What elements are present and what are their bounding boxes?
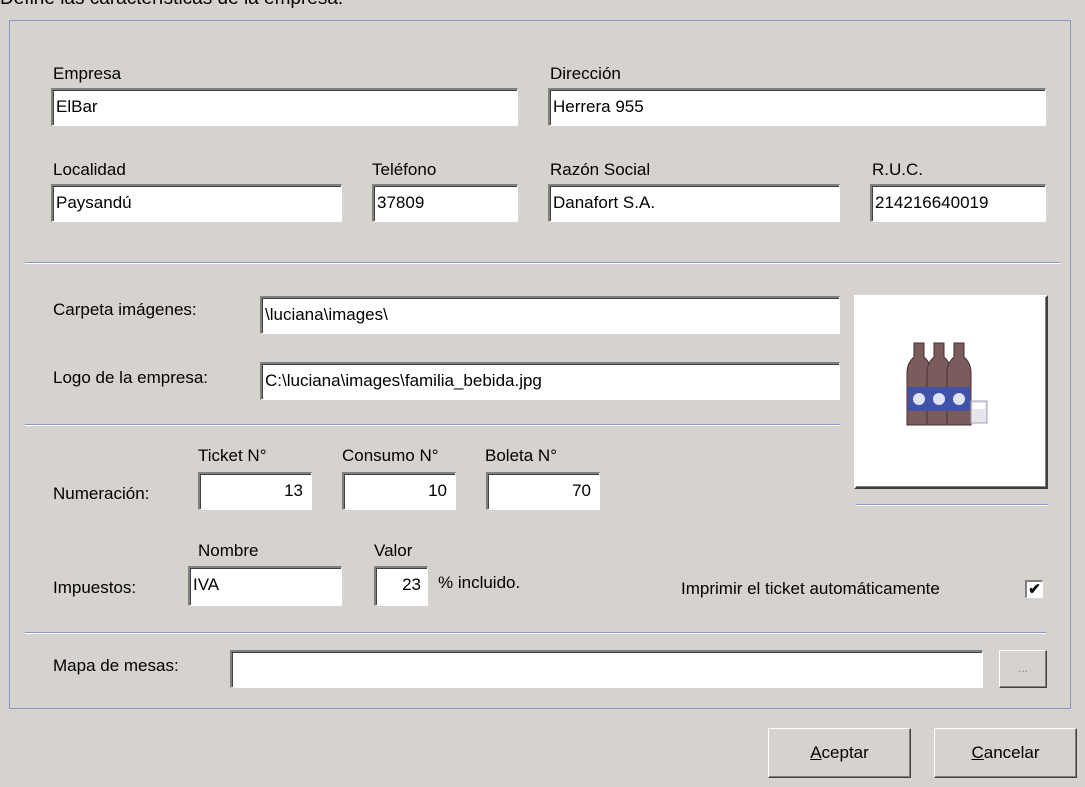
empresa-field[interactable]: ElBar [51, 88, 518, 126]
empresa-label: Empresa [53, 64, 122, 83]
consumo-label: Consumo N° [342, 446, 439, 465]
direccion-field[interactable]: Herrera 955 [548, 88, 1046, 126]
ruc-field[interactable]: 214216640019 [870, 184, 1046, 222]
razon-social-field[interactable]: Danafort S.A. [548, 184, 840, 222]
telefono-field[interactable]: 37809 [372, 184, 518, 222]
browse-map-button[interactable]: ... [999, 650, 1047, 688]
boleta-number-field[interactable]: 70 [486, 472, 600, 510]
separator-1 [25, 262, 1061, 264]
print-ticket-label: Imprimir el ticket automáticamente [681, 579, 940, 598]
separator-3 [25, 632, 1046, 634]
localidad-label: Localidad [53, 160, 126, 179]
tax-valor-label: Valor [374, 541, 413, 560]
telefono-label: Teléfono [372, 160, 437, 179]
ticket-label: Ticket N° [198, 446, 267, 465]
carpeta-imagenes-field[interactable]: \luciana\images\ [260, 296, 840, 334]
cancel-button[interactable]: Cancelar [934, 728, 1077, 778]
carpeta-imagenes-label: Carpeta imágenes: [53, 300, 197, 319]
mapa-mesas-field[interactable] [230, 650, 983, 688]
cancel-button-label: Cancelar [971, 743, 1040, 762]
logo-empresa-field[interactable]: C:\luciana\images\familia_bebida.jpg [260, 362, 840, 400]
impuestos-label: Impuestos: [53, 578, 137, 597]
numeracion-label: Numeración: [53, 484, 150, 503]
tax-nombre-label: Nombre [198, 541, 259, 560]
ruc-label: R.U.C. [872, 160, 923, 179]
print-ticket-checkbox[interactable]: ✔ [1025, 580, 1043, 598]
boleta-label: Boleta N° [485, 446, 558, 465]
ticket-number-field[interactable]: 13 [198, 472, 312, 510]
tax-name-field[interactable]: IVA [188, 566, 342, 606]
bottles-icon [906, 342, 988, 426]
logo-preview [854, 295, 1048, 489]
localidad-field[interactable]: Paysandú [51, 184, 342, 222]
accept-button-label: Aceptar [810, 743, 869, 762]
separator-2 [25, 424, 840, 426]
mapa-mesas-label: Mapa de mesas: [53, 656, 179, 675]
separator-image [856, 504, 1048, 506]
direccion-label: Dirección [550, 64, 621, 83]
razon-social-label: Razón Social [550, 160, 651, 179]
incluido-text: % incluido. [438, 573, 521, 592]
tax-value-field[interactable]: 23 [374, 566, 428, 606]
logo-empresa-label: Logo de la empresa: [53, 368, 208, 387]
accept-button[interactable]: Aceptar [768, 728, 911, 778]
consumo-number-field[interactable]: 10 [342, 472, 456, 510]
dialog-heading: Define las características de la empresa… [0, 0, 343, 10]
